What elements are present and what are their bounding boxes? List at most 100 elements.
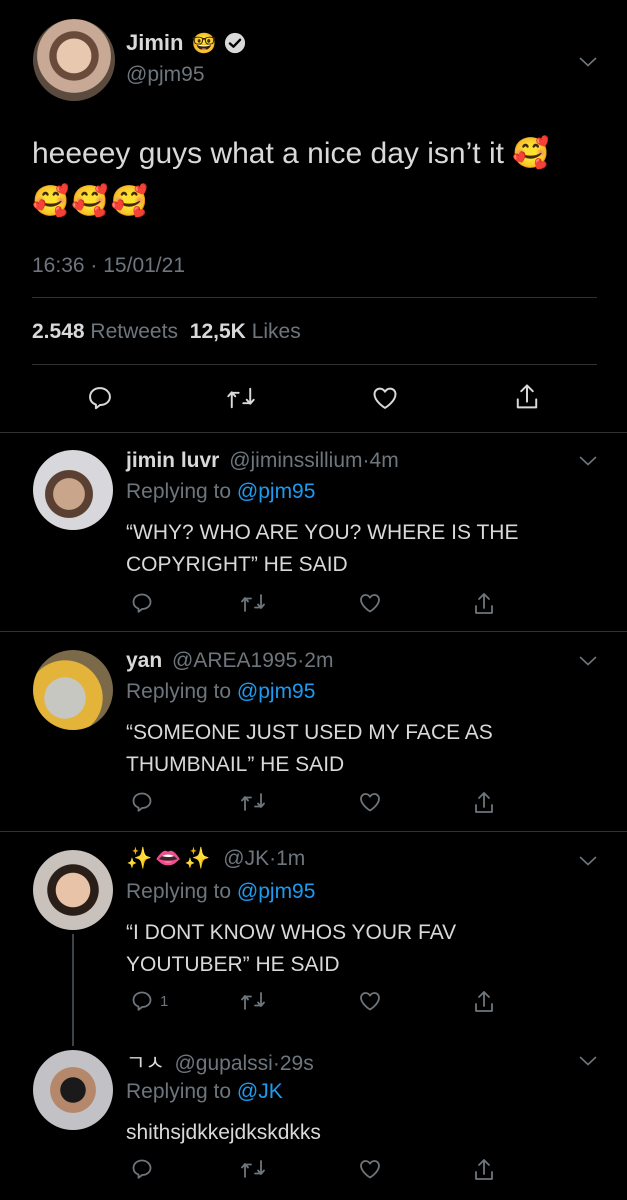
divider xyxy=(0,432,627,433)
replying-to: Replying to @pjm95 xyxy=(126,680,315,704)
reply-avatar[interactable] xyxy=(33,1050,113,1130)
reply-time[interactable]: 1m xyxy=(276,847,305,870)
likes-stat[interactable]: 12,5K Likes xyxy=(190,320,301,343)
reply-text-line: “I DONT KNOW WHOS YOUR FAV xyxy=(126,921,457,944)
retweets-stat[interactable]: 2.548 Retweets xyxy=(32,320,184,343)
retweet-button[interactable] xyxy=(226,384,256,412)
reply-header: yan @AREA1995·2m xyxy=(126,649,333,673)
reply-time[interactable]: 29s xyxy=(280,1052,314,1075)
reply-share-button[interactable] xyxy=(472,989,496,1015)
share-icon xyxy=(475,593,493,614)
reply-avatar[interactable] xyxy=(33,850,113,930)
reply-text: “SOMEONE JUST USED MY FACE AS THUMBNAIL”… xyxy=(126,717,493,781)
replying-to-handle[interactable]: @pjm95 xyxy=(237,880,316,903)
reply-like-button[interactable] xyxy=(358,790,382,814)
heart-icon xyxy=(360,793,380,812)
like-button[interactable] xyxy=(371,384,399,412)
replying-to-handle[interactable]: @pjm95 xyxy=(237,480,316,503)
reply-icon xyxy=(132,991,152,1011)
reply-author-handle[interactable]: @AREA1995 xyxy=(172,649,297,672)
author-name-row[interactable]: Jimin 🤓 xyxy=(126,30,246,56)
tweet-date: 15/01/21 xyxy=(103,254,185,277)
reply-author-name[interactable]: ㄱㅅ xyxy=(126,1052,165,1075)
chevron-down-icon[interactable] xyxy=(579,456,597,466)
chevron-down-icon[interactable] xyxy=(579,656,597,666)
likes-count: 12,5K xyxy=(189,320,246,343)
author-handle[interactable]: @pjm95 xyxy=(126,63,205,87)
share-icon xyxy=(475,792,493,813)
reply-like-button[interactable] xyxy=(358,1157,382,1181)
replying-to-handle[interactable]: @pjm95 xyxy=(237,680,316,703)
tweet-timestamp[interactable]: 16:36 · 15/01/21 xyxy=(32,254,185,278)
author-name[interactable]: Jimin xyxy=(126,30,183,56)
reply-author-handle[interactable]: @JK xyxy=(223,847,269,870)
reply-separator: · xyxy=(272,1052,280,1075)
reply-count: 1 xyxy=(160,992,169,1010)
reply-author-handle[interactable]: @jiminssillium xyxy=(229,449,362,472)
reply-author-name[interactable]: jimin luvr xyxy=(126,449,219,472)
reply-time[interactable]: 2m xyxy=(304,649,333,672)
replying-to-handle[interactable]: @JK xyxy=(237,1080,283,1103)
name-emoji: 🤓 xyxy=(191,32,217,55)
reply-retweet-button[interactable] xyxy=(240,591,266,615)
chevron-down-icon[interactable] xyxy=(579,856,597,866)
replying-to: Replying to @JK xyxy=(126,1080,283,1104)
author-avatar[interactable] xyxy=(33,19,115,101)
heart-icon xyxy=(360,594,380,613)
reply-text: “I DONT KNOW WHOS YOUR FAV YOUTUBER” HE … xyxy=(126,917,456,981)
reply-text-line: “WHY? WHO ARE YOU? WHERE IS THE xyxy=(126,521,519,544)
reply-share-button[interactable] xyxy=(472,790,496,816)
reply-icon xyxy=(89,387,111,410)
reply-button[interactable] xyxy=(86,384,114,412)
reply-reply-button[interactable] xyxy=(130,591,160,615)
reply-reply-button[interactable] xyxy=(130,790,160,814)
reply-retweet-button[interactable] xyxy=(240,1157,266,1181)
reply-header: ㄱㅅ @gupalssi·29s xyxy=(126,1047,314,1077)
reply-separator: · xyxy=(362,449,370,472)
retweets-count: 2.548 xyxy=(32,320,85,343)
divider xyxy=(0,631,627,632)
share-icon xyxy=(475,1159,493,1180)
replying-to-label: Replying to xyxy=(126,880,232,903)
heart-icon xyxy=(373,387,397,409)
retweet-icon xyxy=(241,1160,265,1178)
reply-author-name[interactable]: yan xyxy=(126,649,162,672)
reply-icon xyxy=(132,593,152,613)
reply-share-button[interactable] xyxy=(472,1157,496,1183)
reply-share-button[interactable] xyxy=(472,591,496,617)
reply-icon xyxy=(132,792,152,812)
tweet-text-line: 🥰🥰🥰 xyxy=(32,185,151,218)
retweet-icon xyxy=(227,387,255,409)
reply-retweet-button[interactable] xyxy=(240,790,266,814)
reply-icon xyxy=(132,1159,152,1179)
heart-icon xyxy=(360,992,380,1011)
reply-reply-button[interactable] xyxy=(130,1157,160,1181)
share-button[interactable] xyxy=(513,382,541,412)
replying-to: Replying to @pjm95 xyxy=(126,880,315,904)
reply-avatar[interactable] xyxy=(33,650,113,730)
reply-retweet-button[interactable] xyxy=(240,989,266,1013)
reply-like-button[interactable] xyxy=(358,989,382,1013)
reply-reply-button[interactable]: 1 xyxy=(130,989,168,1013)
heart-icon xyxy=(360,1160,380,1179)
tweet-text-line: heeeey guys what a nice day isn’t it 🥰 xyxy=(32,137,550,170)
replying-to-label: Replying to xyxy=(126,680,232,703)
timestamp-separator: · xyxy=(90,254,98,277)
reply-author-name[interactable]: ✨👄✨ xyxy=(126,847,213,870)
reply-avatar[interactable] xyxy=(33,450,113,530)
share-icon xyxy=(516,384,538,409)
reply-text-line: shithsjdkkejdkskdkks xyxy=(126,1121,321,1144)
tweet-text: heeeey guys what a nice day isn’t it 🥰 🥰… xyxy=(32,130,550,226)
reply-time[interactable]: 4m xyxy=(370,449,399,472)
chevron-down-icon[interactable] xyxy=(579,1056,597,1066)
reply-text: “WHY? WHO ARE YOU? WHERE IS THE COPYRIGH… xyxy=(126,517,518,581)
reply-like-button[interactable] xyxy=(358,591,382,615)
retweet-icon xyxy=(241,594,265,612)
reply-text-line: “SOMEONE JUST USED MY FACE AS xyxy=(126,721,493,744)
reply-header: jimin luvr @jiminssillium·4m xyxy=(126,449,399,473)
reply-text-line: THUMBNAIL” HE SAID xyxy=(126,753,345,776)
replying-to: Replying to @pjm95 xyxy=(126,480,315,504)
replying-to-label: Replying to xyxy=(126,1080,232,1103)
reply-author-handle[interactable]: @gupalssi xyxy=(174,1052,272,1075)
chevron-down-icon[interactable] xyxy=(579,57,597,67)
